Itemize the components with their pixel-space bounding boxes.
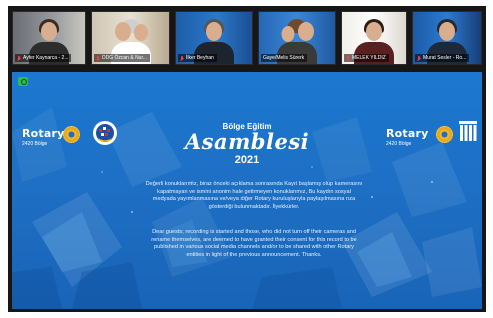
participant-name-label: DDG Özcan & Nur... [94, 54, 151, 62]
participant-avatar [206, 22, 222, 41]
participant-name-label: Murat Sesler - Ro... [415, 54, 470, 62]
participant-avatar [298, 22, 315, 41]
recording-notice-english: Dear guests; recording is started and th… [151, 229, 357, 258]
recording-notice-turkish: Değerli konuklarımız, biraz önceki açıkl… [145, 181, 363, 210]
slide-title: Asamblesi [184, 129, 310, 154]
mic-muted-icon [346, 55, 350, 61]
participant-name-label: Ayfer Kaynarca - 2... [15, 54, 72, 62]
participant-name-label: MELEK YILDIZ [344, 54, 389, 62]
participant-avatar [41, 22, 57, 41]
participant-tile[interactable]: Gaye/Melis Sürerk [258, 11, 336, 65]
participant-name: Gaye/Melis Sürerk [263, 55, 305, 61]
participant-name: İlker Beyhan [186, 55, 214, 61]
zoom-meeting-window: Ayfer Kaynarca - 2... DDG Özcan & Nur...… [8, 6, 486, 312]
participant-name: Ayfer Kaynarca - 2... [23, 55, 69, 61]
mic-muted-icon [180, 55, 184, 61]
mic-muted-icon [17, 55, 21, 61]
participant-name-label: Gaye/Melis Sürerk [261, 54, 308, 62]
shared-screen-slide: Rotary 2420 Bölge Rotary 2420 Bölge Bölg… [12, 72, 482, 309]
participant-tile[interactable]: Murat Sesler - Ro... [412, 11, 482, 65]
participant-avatar [439, 22, 455, 41]
mic-muted-icon [96, 55, 100, 61]
participant-avatar [366, 22, 382, 41]
participant-gallery: Ayfer Kaynarca - 2... DDG Özcan & Nur...… [12, 11, 482, 66]
participant-name-label: İlker Beyhan [178, 54, 217, 62]
participant-tile[interactable]: Ayfer Kaynarca - 2... [12, 11, 86, 65]
participant-name: DDG Özcan & Nur... [102, 55, 148, 61]
participant-tile[interactable]: DDG Özcan & Nur... [91, 11, 170, 65]
participant-name: Murat Sesler - Ro... [423, 55, 467, 61]
participant-avatar [134, 24, 149, 41]
participant-avatar [114, 22, 131, 41]
mic-muted-icon [417, 55, 421, 61]
participant-avatar [281, 26, 295, 42]
participant-tile[interactable]: İlker Beyhan [175, 11, 253, 65]
participant-tile[interactable]: MELEK YILDIZ [341, 11, 407, 65]
slide-year: 2021 [234, 154, 260, 166]
participant-name: MELEK YILDIZ [352, 55, 386, 61]
screen-share-indicator-icon[interactable] [18, 77, 28, 86]
